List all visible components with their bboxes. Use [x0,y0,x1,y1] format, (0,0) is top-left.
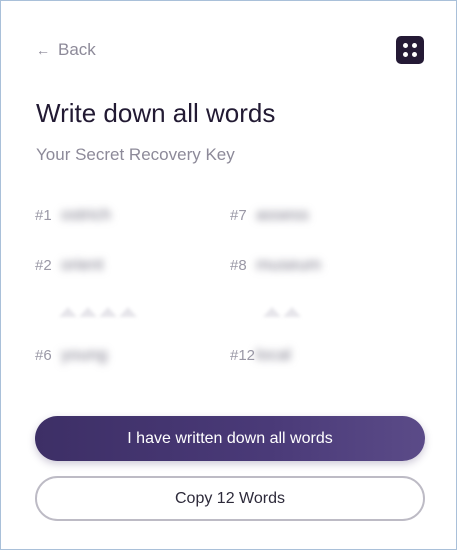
app-window: ← Back Write down all words Your Secret … [0,0,457,550]
word-number: #8 [230,256,247,274]
word-number: #6 [35,346,52,364]
masked-word-row [59,307,139,317]
mask-chevron-icon [283,307,301,317]
confirm-written-button[interactable]: I have written down all words [35,416,425,461]
word-number: #12 [230,346,256,364]
word-number: #1 [35,206,52,224]
mask-chevron-icon [59,307,77,317]
masked-word-row [263,307,303,317]
grid-dots-icon[interactable] [396,36,424,64]
word-value-blurred: ostrich [61,205,112,224]
back-button[interactable]: ← Back [36,40,96,60]
mask-chevron-icon [263,307,281,317]
word-item-2: #2 orient [35,255,104,275]
word-value-blurred: museum [256,255,322,274]
word-number: #2 [35,256,52,274]
word-item-7: #7 assess [230,205,309,225]
word-item-12: #12 local [230,345,291,365]
word-value-blurred: assess [256,205,309,224]
mask-chevron-icon [79,307,97,317]
word-item-1: #1 ostrich [35,205,111,225]
word-number: #7 [230,206,247,224]
word-value-blurred: orient [61,255,104,274]
page-subtitle: Your Secret Recovery Key [36,145,235,164]
mask-chevron-icon [99,307,117,317]
mask-chevron-icon [119,307,137,317]
word-item-6: #6 young [35,345,107,365]
word-item-8: #8 museum [230,255,321,275]
page-title: Write down all words [36,98,276,128]
word-value-blurred: young [61,345,108,364]
copy-words-button[interactable]: Copy 12 Words [35,476,425,521]
back-label: Back [58,40,96,59]
word-value-blurred: local [256,345,291,364]
arrow-left-icon: ← [36,42,50,58]
